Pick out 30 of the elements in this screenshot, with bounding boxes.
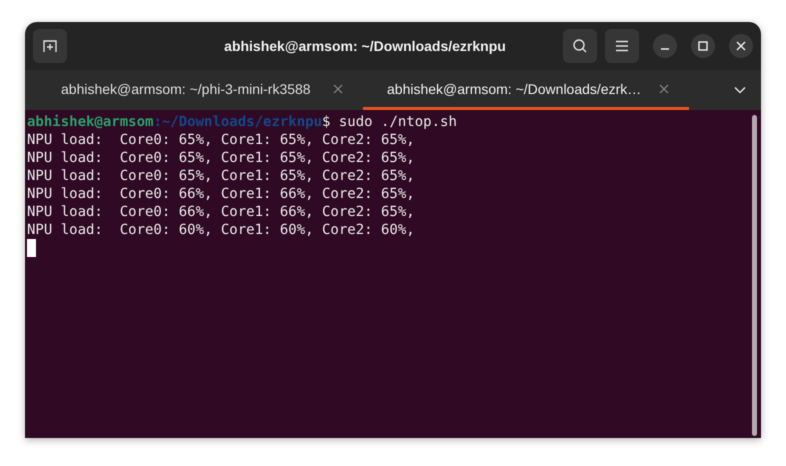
minimize-button[interactable] (653, 34, 677, 58)
maximize-button[interactable] (691, 34, 715, 58)
search-button[interactable] (563, 29, 597, 63)
new-tab-icon (42, 38, 58, 54)
menu-button[interactable] (605, 29, 639, 63)
output-line: NPU load: Core0: 60%, Core1: 60%, Core2: 60%, (27, 221, 416, 239)
scrollbar[interactable] (752, 115, 757, 436)
close-icon (736, 41, 746, 51)
menu-icon (615, 40, 629, 52)
tab-label: abhishek@armsom: ~/Downloads/ezrk… (387, 80, 642, 96)
tab[interactable]: abhishek@armsom: ~/phi-3-mini-rk3588 (37, 70, 363, 110)
tab-label: abhishek@armsom: ~/phi-3-mini-rk3588 (61, 80, 311, 96)
chevron-down-icon[interactable] (734, 86, 746, 94)
window-title: abhishek@armsom: ~/Downloads/ezrknpu (223, 38, 507, 54)
output-line: NPU load: Core0: 65%, Core1: 65%, Core2: 65%, (27, 167, 416, 185)
minimize-icon (661, 48, 669, 50)
close-tab-icon[interactable] (333, 84, 343, 94)
prompt-path: :~/Downloads/ezrknpu (153, 114, 322, 130)
close-tab-icon[interactable] (659, 84, 669, 94)
maximize-icon (698, 41, 708, 51)
new-tab-button[interactable] (33, 29, 67, 63)
close-button[interactable] (729, 34, 753, 58)
output-line: NPU load: Core0: 65%, Core1: 65%, Core2: 65%, (27, 149, 416, 167)
prompt-user: abhishek@armsom (27, 114, 154, 130)
output-line: NPU load: Core0: 66%, Core1: 66%, Core2: 65%, (27, 203, 416, 221)
search-icon (572, 38, 588, 54)
output-line: NPU load: Core0: 66%, Core1: 66%, Core2: 65%, (27, 185, 416, 203)
text-cursor (27, 239, 36, 257)
command-text: $ sudo ./ntop.sh (322, 114, 457, 130)
output-line: NPU load: Core0: 65%, Core1: 65%, Core2: 65%, (27, 131, 416, 149)
